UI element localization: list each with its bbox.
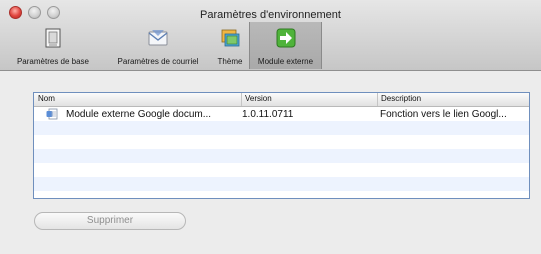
tab-mail-settings-label: Paramètres de courriel <box>117 57 199 66</box>
table-row-empty <box>34 149 529 163</box>
basic-settings-icon <box>45 28 61 48</box>
column-header-name[interactable]: Nom <box>38 94 55 103</box>
plugins-table: Nom Version Description Module externe G… <box>33 92 530 199</box>
tab-basic-settings-label: Paramètres de base <box>16 57 90 66</box>
plugin-description: Fonction vers le lien Googl... <box>380 109 507 120</box>
mail-envelope-icon <box>148 30 168 46</box>
table-row-empty <box>34 121 529 135</box>
plugin-version: 1.0.11.0711 <box>242 109 294 120</box>
preferences-window: Paramètres d'environnement Paramètres de… <box>0 0 541 254</box>
column-header-version[interactable]: Version <box>241 93 272 106</box>
preferences-toolbar: Paramètres de base Paramètres de courrie… <box>0 22 541 70</box>
table-row-empty <box>34 177 529 191</box>
google-docs-plugin-icon <box>46 108 58 120</box>
tab-basic-settings[interactable]: Paramètres de base <box>2 22 104 69</box>
table-row-empty <box>34 135 529 149</box>
tab-theme[interactable]: Thème <box>212 22 248 69</box>
window-title: Paramètres d'environnement <box>200 9 341 21</box>
tab-external-module[interactable]: Module externe <box>249 22 322 69</box>
column-header-description[interactable]: Description <box>377 93 421 106</box>
tab-mail-settings[interactable]: Paramètres de courriel <box>106 22 210 69</box>
table-header: Nom Version Description <box>34 93 529 107</box>
tab-external-module-label: Module externe <box>257 57 314 66</box>
plugin-arrow-icon <box>276 28 295 48</box>
remove-button[interactable]: Supprimer <box>34 212 186 230</box>
table-row[interactable]: Module externe Google docum... 1.0.11.07… <box>34 107 529 121</box>
plugin-name: Module externe Google docum... <box>66 109 212 120</box>
table-row-empty <box>34 163 529 177</box>
tab-theme-label: Thème <box>217 57 243 66</box>
title-bar: Paramètres d'environnement Paramètres de… <box>0 0 541 71</box>
theme-icon <box>221 29 240 47</box>
